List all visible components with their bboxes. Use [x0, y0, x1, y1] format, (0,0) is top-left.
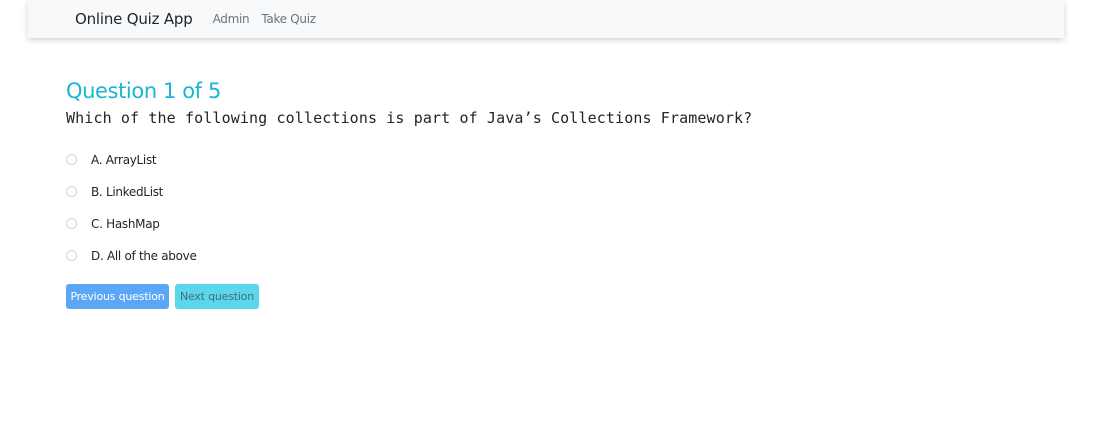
question-text: Which of the following collections is pa… — [66, 109, 753, 127]
option-a[interactable]: A. ArrayList — [66, 146, 1066, 178]
radio-option-c[interactable] — [66, 218, 77, 229]
question-title: Question 1 of 5 — [66, 79, 221, 103]
option-d-label[interactable]: D. All of the above — [91, 249, 197, 263]
options-list: A. ArrayList B. LinkedList C. HashMap D.… — [66, 146, 1066, 274]
navbar: Online Quiz App Admin Take Quiz — [28, 0, 1064, 38]
navigation-buttons: Previous question Next question — [66, 284, 1066, 309]
option-c-label[interactable]: C. HashMap — [91, 217, 160, 231]
next-question-button[interactable]: Next question — [175, 284, 259, 309]
radio-option-d[interactable] — [66, 250, 77, 261]
quiz-container: Question 1 of 5 Which of the following c… — [66, 76, 1066, 309]
option-c[interactable]: C. HashMap — [66, 210, 1066, 242]
option-a-label[interactable]: A. ArrayList — [91, 153, 157, 167]
radio-option-b[interactable] — [66, 186, 77, 197]
option-b-label[interactable]: B. LinkedList — [91, 185, 163, 199]
option-b[interactable]: B. LinkedList — [66, 178, 1066, 210]
nav-link-admin[interactable]: Admin — [213, 12, 250, 26]
previous-question-button[interactable]: Previous question — [66, 284, 169, 309]
nav-link-take-quiz[interactable]: Take Quiz — [261, 12, 316, 26]
option-d[interactable]: D. All of the above — [66, 242, 1066, 274]
navbar-brand[interactable]: Online Quiz App — [75, 10, 193, 28]
radio-option-a[interactable] — [66, 154, 77, 165]
